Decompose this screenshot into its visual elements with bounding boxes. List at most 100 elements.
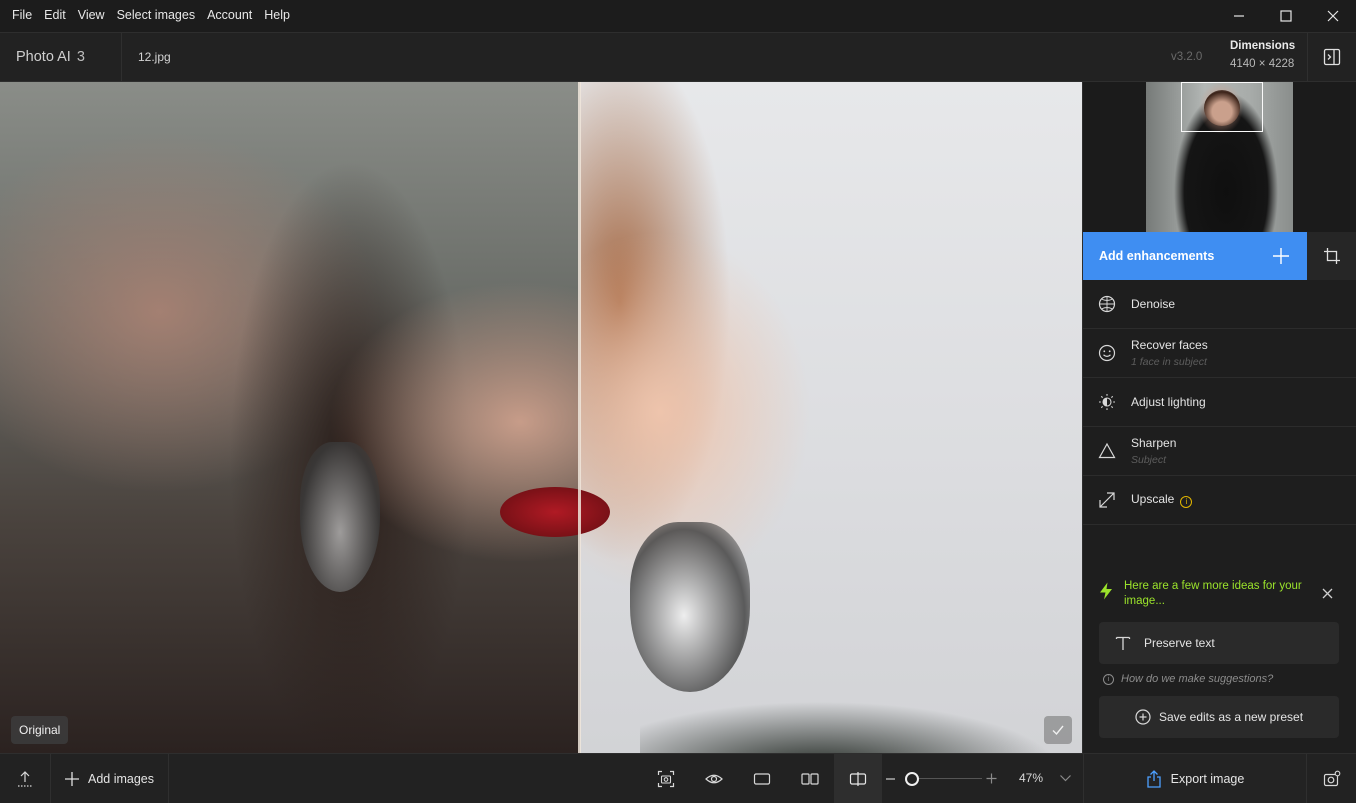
upscale-label: Upscale (1131, 492, 1175, 507)
side-by-side-view-button[interactable] (786, 754, 834, 803)
plus-icon (986, 773, 996, 784)
original-image (0, 82, 580, 753)
photo-detail (630, 522, 750, 692)
menu-help[interactable]: Help (258, 0, 296, 32)
how-suggestions-link[interactable]: i How do we make suggestions? (1103, 673, 1273, 685)
app-name: Photo AI (16, 49, 71, 65)
minimize-button[interactable] (1215, 0, 1262, 32)
menu-bar: File Edit View Select images Account Hel… (0, 0, 1356, 32)
sidebar-toggle-icon (1323, 48, 1341, 66)
menu-file[interactable]: File (0, 0, 38, 32)
zoom-percentage[interactable]: 47% (1019, 754, 1043, 803)
enhancement-sharpen[interactable]: Sharpen Subject (1083, 427, 1356, 476)
photo-detail (640, 682, 1082, 753)
close-icon (1322, 588, 1332, 598)
save-preset-label: Save edits as a new preset (1158, 710, 1304, 724)
add-circle-icon (1135, 709, 1151, 725)
app-title: Photo AI 3 (16, 33, 85, 81)
menu-select-images[interactable]: Select images (111, 0, 202, 32)
header-bar: Photo AI 3 12.jpg v3.2.0 Dimensions 4140 … (0, 32, 1356, 82)
right-panel: Add enhancements Denoise Recover faces 1… (1082, 82, 1356, 753)
close-icon (1327, 10, 1338, 22)
zoom-in-button[interactable] (983, 754, 999, 803)
eye-icon (705, 774, 723, 783)
split-view-icon (849, 771, 867, 786)
enhancement-name: Adjust lighting (1131, 395, 1206, 409)
check-icon (1052, 725, 1064, 736)
maximize-button[interactable] (1262, 0, 1309, 32)
enhancement-name: Denoise (1131, 297, 1176, 311)
suggestion-label: Preserve text (1144, 636, 1215, 650)
enhancement-subtitle: 1 face in subject (1131, 356, 1207, 368)
single-view-icon (753, 772, 771, 785)
menu-account[interactable]: Account (201, 0, 258, 32)
info-icon[interactable]: i (1180, 495, 1193, 508)
zoom-slider[interactable] (908, 778, 982, 779)
enhancement-subtitle: Subject (1131, 454, 1167, 466)
add-enhancements-button[interactable]: Add enhancements (1083, 232, 1307, 280)
zoom-out-button[interactable] (886, 778, 895, 780)
zoom-dropdown[interactable] (1055, 754, 1075, 803)
screenshot-icon (657, 770, 675, 787)
add-images-button[interactable]: Add images (50, 754, 168, 803)
bottom-toolbar: Add images 47% Export image (0, 753, 1356, 803)
focus-view-button[interactable] (642, 754, 690, 803)
save-preset-button[interactable]: Save edits as a new preset (1099, 696, 1339, 738)
text-icon (1113, 633, 1133, 653)
menu-edit[interactable]: Edit (38, 0, 72, 32)
enhancement-denoise[interactable]: Denoise (1083, 280, 1356, 329)
check-button[interactable] (1044, 716, 1072, 744)
header-divider (121, 33, 122, 81)
close-window-button[interactable] (1309, 0, 1356, 32)
enhancement-name: Sharpen (1131, 436, 1177, 450)
export-settings-button[interactable] (1306, 754, 1356, 803)
export-icon (1146, 769, 1162, 788)
app-version: v3.2.0 (1171, 51, 1203, 63)
lightning-icon (1099, 582, 1113, 603)
add-images-label: Add images (87, 771, 154, 786)
add-enhancements-label: Add enhancements (1099, 249, 1215, 263)
camera-settings-icon (1323, 770, 1340, 786)
maximize-icon (1279, 10, 1292, 22)
window-controls (1215, 0, 1356, 32)
upload-button[interactable] (0, 754, 50, 803)
comparison-slider[interactable] (578, 82, 581, 753)
app-version-major: 3 (76, 49, 85, 65)
chevron-down-icon (1059, 775, 1071, 782)
upload-icon (18, 770, 32, 787)
enhancement-recover-faces[interactable]: Recover faces 1 face in subject (1083, 329, 1356, 378)
side-by-side-icon (801, 772, 819, 785)
how-suggestions-text: How do we make suggestions? (1121, 673, 1274, 685)
enhancement-upscale[interactable]: Upscale i (1083, 476, 1356, 525)
navigator-thumbnail[interactable] (1146, 82, 1293, 232)
toggle-panel-button[interactable] (1307, 33, 1356, 81)
minimize-icon (1233, 15, 1244, 17)
export-label: Export image (1170, 771, 1245, 786)
enhancements-list: Denoise Recover faces 1 face in subject … (1083, 280, 1356, 525)
navigator-viewport[interactable] (1181, 82, 1263, 132)
crop-icon (1324, 248, 1340, 264)
export-image-button[interactable]: Export image (1083, 754, 1306, 803)
crop-button[interactable] (1307, 232, 1356, 280)
dimensions-label: Dimensions (1230, 40, 1296, 52)
original-badge: Original (11, 716, 69, 744)
face-icon (1097, 343, 1117, 363)
zoom-slider-handle[interactable] (905, 772, 920, 786)
preview-toggle-button[interactable] (690, 754, 738, 803)
toolbar-divider (168, 754, 169, 803)
image-canvas[interactable]: Original (0, 82, 1082, 753)
split-view-button[interactable] (834, 754, 882, 803)
lighting-icon (1097, 392, 1117, 412)
menu-view[interactable]: View (72, 0, 111, 32)
enhancement-name: Recover faces (1131, 338, 1208, 352)
info-icon: i (1103, 673, 1114, 685)
plus-icon (1269, 244, 1293, 268)
denoise-icon (1097, 294, 1117, 314)
enhancement-adjust-lighting[interactable]: Adjust lighting (1083, 378, 1356, 427)
dismiss-ideas-button[interactable] (1319, 585, 1335, 601)
dimensions-info: Dimensions 4140 × 4228 (1230, 40, 1295, 70)
upscale-icon (1097, 490, 1117, 510)
preserve-text-suggestion[interactable]: Preserve text (1099, 622, 1339, 664)
single-view-button[interactable] (738, 754, 786, 803)
photo-detail (300, 442, 380, 592)
